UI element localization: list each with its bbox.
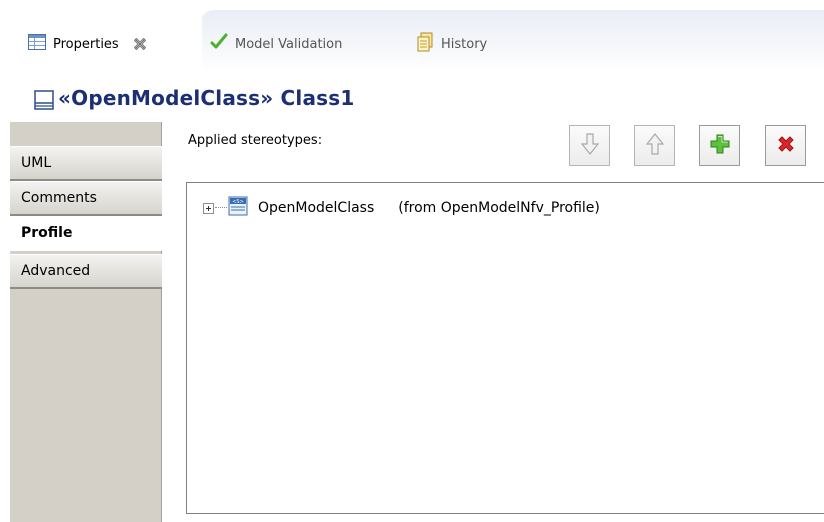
properties-view: Properties Model Validation History «Ope…: [0, 0, 824, 522]
history-document-icon: [416, 32, 434, 56]
tree-item-label: OpenModelClass: [258, 200, 375, 216]
svg-text:<S>: <S>: [232, 199, 244, 205]
page-title: «OpenModelClass» Class1: [58, 86, 355, 110]
tab-history[interactable]: History: [416, 30, 487, 58]
move-down-button[interactable]: [569, 125, 610, 166]
remove-button[interactable]: [765, 125, 806, 166]
view-top-edge: [0, 0, 824, 10]
sidebar-item-label: Profile: [21, 225, 73, 241]
stereotypes-tree[interactable]: <S> OpenModelClass (from OpenModelNfv_Pr…: [186, 182, 824, 514]
tree-item-source: (from OpenModelNfv_Profile): [398, 200, 600, 216]
expand-plus-icon[interactable]: [203, 202, 214, 214]
sidebar-item-comments[interactable]: Comments: [10, 181, 162, 216]
tree-connector: [215, 207, 227, 209]
properties-table-icon: [28, 34, 46, 54]
move-up-button[interactable]: [634, 125, 675, 166]
arrow-up-icon: [644, 132, 666, 159]
stereotype-icon: <S>: [228, 196, 248, 220]
plus-icon: [710, 134, 730, 157]
applied-stereotypes-label: Applied stereotypes:: [188, 133, 323, 148]
title-bar: «OpenModelClass» Class1: [10, 78, 824, 122]
tab-properties[interactable]: Properties: [28, 30, 147, 58]
tree-item[interactable]: <S> OpenModelClass (from OpenModelNfv_Pr…: [203, 196, 600, 220]
sidebar-item-profile[interactable]: Profile: [10, 216, 163, 251]
tab-history-label: History: [441, 36, 488, 52]
class-icon: [34, 90, 54, 113]
close-icon[interactable]: [133, 37, 147, 51]
tab-properties-label: Properties: [53, 36, 119, 52]
view-bottom-edge: [163, 514, 824, 522]
delete-x-icon: [776, 134, 796, 157]
sidebar-item-label: Comments: [21, 190, 97, 206]
tab-model-validation[interactable]: Model Validation: [210, 30, 342, 58]
sidebar-item-uml[interactable]: UML: [10, 146, 162, 181]
sidebar-item-label: UML: [21, 155, 52, 171]
arrow-down-icon: [579, 132, 601, 159]
sidebar-item-advanced[interactable]: Advanced: [10, 254, 162, 289]
checkmark-icon: [210, 33, 228, 55]
tab-model-validation-label: Model Validation: [235, 36, 343, 52]
sidebar-item-label: Advanced: [21, 263, 91, 279]
add-button[interactable]: [699, 125, 740, 166]
